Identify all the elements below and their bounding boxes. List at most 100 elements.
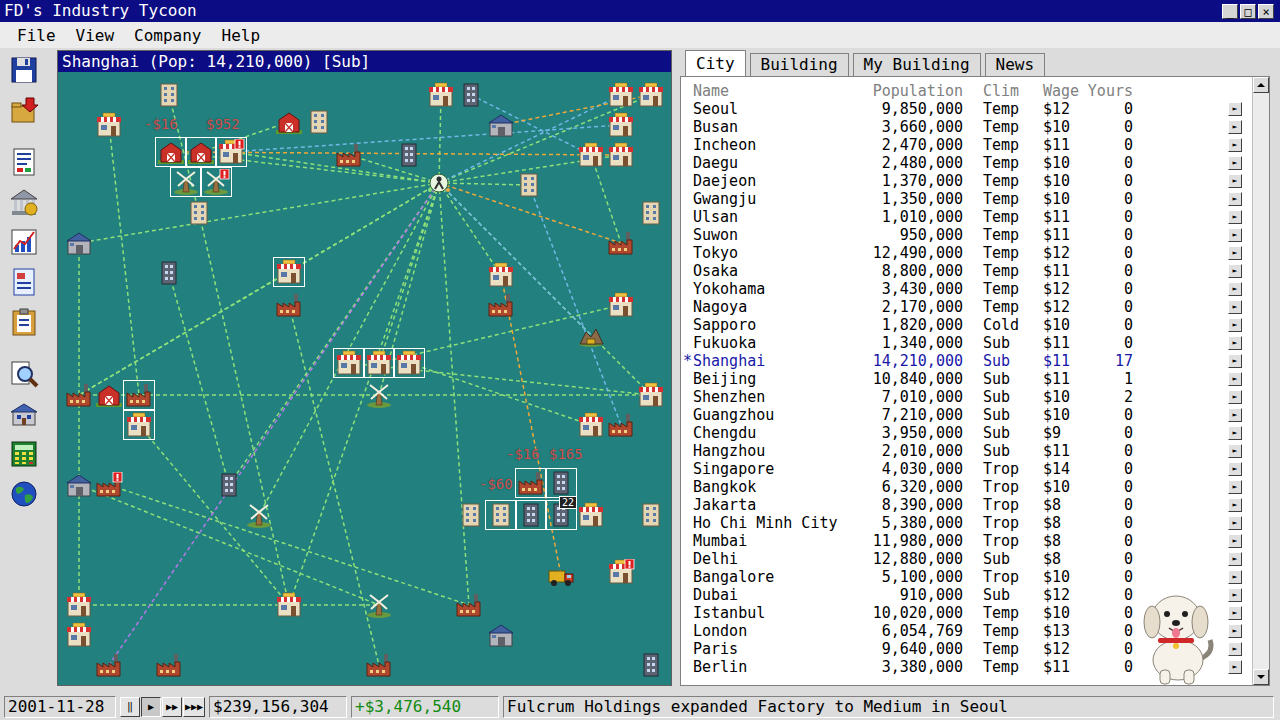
- tab[interactable]: City: [685, 50, 746, 76]
- map-building[interactable]: [487, 622, 515, 648]
- table-row[interactable]: Osaka8,800,000Temp$110►: [683, 262, 1244, 280]
- row-open-button[interactable]: ►: [1228, 390, 1242, 404]
- map-building[interactable]: [607, 82, 635, 108]
- tab[interactable]: Building: [750, 53, 849, 76]
- scroll-up-button[interactable]: [1253, 77, 1269, 93]
- toolbar-button[interactable]: [7, 357, 41, 391]
- column-header[interactable]: Wage: [1043, 82, 1083, 100]
- map-building[interactable]: [245, 502, 273, 528]
- column-header[interactable]: Clim: [963, 82, 1043, 100]
- scroll-down-button[interactable]: [1253, 669, 1269, 685]
- row-open-button[interactable]: ►: [1228, 336, 1242, 350]
- map-building[interactable]: [637, 200, 665, 226]
- row-open-button[interactable]: ►: [1228, 138, 1242, 152]
- map-building[interactable]: [607, 292, 635, 318]
- table-row[interactable]: Gwangju1,350,000Temp$100►: [683, 190, 1244, 208]
- table-row[interactable]: Delhi12,880,000Sub$80►: [683, 550, 1244, 568]
- row-open-button[interactable]: ►: [1228, 228, 1242, 242]
- map-building[interactable]: [577, 412, 605, 438]
- map-building[interactable]: [637, 382, 665, 408]
- map-building[interactable]: [155, 260, 183, 286]
- map-building[interactable]: 22: [547, 502, 575, 528]
- table-row[interactable]: Incheon2,470,000Temp$110►: [683, 136, 1244, 154]
- table-row[interactable]: Nagoya2,170,000Temp$120►: [683, 298, 1244, 316]
- table-row[interactable]: Ho Chi Minh City5,380,000Trop$80►: [683, 514, 1244, 532]
- table-row[interactable]: Sapporo1,820,000Cold$100►: [683, 316, 1244, 334]
- row-open-button[interactable]: ►: [1228, 426, 1242, 440]
- map-building[interactable]: [577, 142, 605, 168]
- scroll-track[interactable]: [1253, 93, 1269, 669]
- table-row[interactable]: Yokohama3,430,000Temp$120►: [683, 280, 1244, 298]
- map-building[interactable]: [487, 112, 515, 138]
- map-building[interactable]: [335, 350, 363, 376]
- row-open-button[interactable]: ►: [1228, 210, 1242, 224]
- row-open-button[interactable]: ►: [1228, 480, 1242, 494]
- row-open-button[interactable]: ►: [1228, 408, 1242, 422]
- table-row[interactable]: Ulsan1,010,000Temp$110►: [683, 208, 1244, 226]
- map-building[interactable]: [215, 472, 243, 498]
- row-open-button[interactable]: ►: [1228, 174, 1242, 188]
- map-building[interactable]: [577, 502, 605, 528]
- map-building[interactable]: [275, 259, 303, 285]
- map-building[interactable]: [395, 142, 423, 168]
- table-row[interactable]: Bangkok6,320,000Trop$100►: [683, 478, 1244, 496]
- tab[interactable]: My Building: [853, 53, 981, 76]
- row-open-button[interactable]: ►: [1228, 642, 1242, 656]
- map-building[interactable]: [487, 292, 515, 318]
- menu-item[interactable]: File: [9, 24, 64, 47]
- row-open-button[interactable]: ►: [1228, 660, 1242, 674]
- map-building[interactable]: [65, 382, 93, 408]
- window-control-button[interactable]: □: [1240, 4, 1256, 19]
- map-building[interactable]: [365, 350, 393, 376]
- map-building[interactable]: [517, 470, 545, 496]
- speed-button[interactable]: ▶▶▶: [183, 697, 205, 717]
- map-building[interactable]: [95, 112, 123, 138]
- table-row[interactable]: *Shanghai14,210,000Sub$1117►: [683, 352, 1244, 370]
- row-open-button[interactable]: ►: [1228, 282, 1242, 296]
- row-open-button[interactable]: ►: [1228, 534, 1242, 548]
- row-open-button[interactable]: ►: [1228, 192, 1242, 206]
- table-row[interactable]: Bangalore5,100,000Trop$100►: [683, 568, 1244, 586]
- table-row[interactable]: Singapore4,030,000Trop$140►: [683, 460, 1244, 478]
- speed-button[interactable]: ▶▶: [162, 697, 182, 717]
- menu-item[interactable]: Help: [214, 24, 269, 47]
- toolbar-button[interactable]: [7, 265, 41, 299]
- window-control-button[interactable]: ×: [1258, 4, 1274, 19]
- speed-button[interactable]: ‖: [120, 697, 140, 717]
- map-building[interactable]: [637, 502, 665, 528]
- map-building[interactable]: [395, 350, 423, 376]
- row-open-button[interactable]: ►: [1228, 354, 1242, 368]
- map-building[interactable]: [185, 200, 213, 226]
- map-building[interactable]: [125, 382, 153, 408]
- dog-mascot-icon[interactable]: [1138, 580, 1216, 686]
- row-open-button[interactable]: ►: [1228, 156, 1242, 170]
- map-building[interactable]: [95, 472, 123, 498]
- row-open-button[interactable]: ►: [1228, 624, 1242, 638]
- map-building[interactable]: [335, 142, 363, 168]
- map-building[interactable]: [365, 382, 393, 408]
- table-row[interactable]: Shenzhen7,010,000Sub$102►: [683, 388, 1244, 406]
- map-building[interactable]: [637, 652, 665, 678]
- map-building[interactable]: [65, 622, 93, 648]
- table-row[interactable]: Chengdu3,950,000Sub$90►: [683, 424, 1244, 442]
- map-building[interactable]: [487, 262, 515, 288]
- row-open-button[interactable]: ►: [1228, 372, 1242, 386]
- row-open-button[interactable]: ►: [1228, 318, 1242, 332]
- row-open-button[interactable]: ►: [1228, 102, 1242, 116]
- column-header[interactable]: Population: [863, 82, 963, 100]
- toolbar-button[interactable]: [7, 477, 41, 511]
- table-row[interactable]: Busan3,660,000Temp$100►: [683, 118, 1244, 136]
- map-building[interactable]: [95, 652, 123, 678]
- table-row[interactable]: Suwon950,000Temp$110►: [683, 226, 1244, 244]
- menu-item[interactable]: View: [68, 24, 123, 47]
- map-building[interactable]: [187, 139, 215, 165]
- map-building[interactable]: [457, 82, 485, 108]
- row-open-button[interactable]: ►: [1228, 264, 1242, 278]
- row-open-button[interactable]: ►: [1228, 516, 1242, 530]
- city-map[interactable]: 22-$16$952-$16$165-$60: [58, 72, 671, 685]
- row-open-button[interactable]: ►: [1228, 552, 1242, 566]
- toolbar-button[interactable]: [7, 145, 41, 179]
- map-building[interactable]: [155, 82, 183, 108]
- row-open-button[interactable]: ►: [1228, 444, 1242, 458]
- map-building[interactable]: [275, 592, 303, 618]
